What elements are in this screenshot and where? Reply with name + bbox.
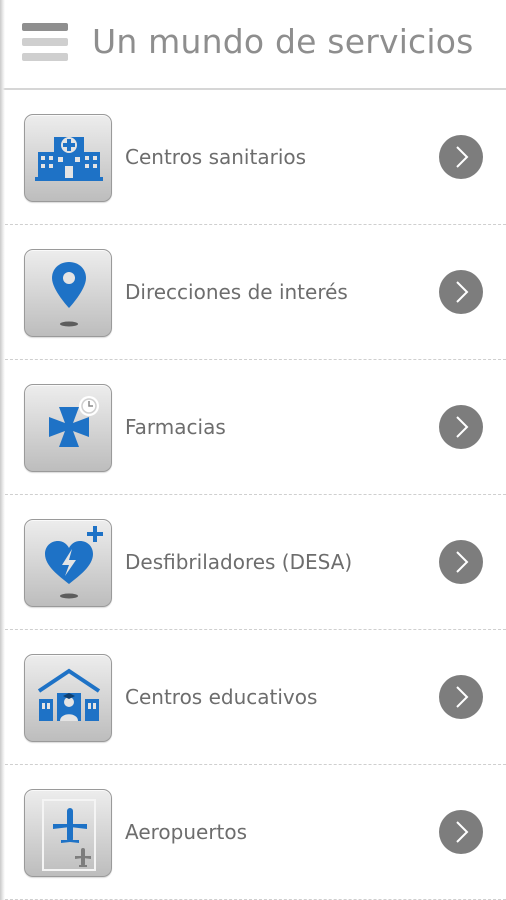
chevron-right-icon[interactable] <box>439 810 483 854</box>
list-item-label: Aeropuertos <box>125 820 248 844</box>
list-item-label: Desfibriladores (DESA) <box>125 550 353 574</box>
services-list: Centros sanitarios Direcciones de interé… <box>0 90 506 900</box>
drawer-edge-shadow <box>0 0 5 900</box>
chevron-right-icon[interactable] <box>439 540 483 584</box>
list-item-label: Farmacias <box>125 415 226 439</box>
school-icon <box>24 654 112 742</box>
pharmacy-cross-icon <box>24 384 112 472</box>
app-screen: Un mundo de servicios Centros sanitarios… <box>0 0 506 900</box>
list-item-aeropuertos[interactable]: Aeropuertos <box>0 765 506 900</box>
list-item-direcciones-de-interes[interactable]: Direcciones de interés <box>0 225 506 360</box>
chevron-right-icon[interactable] <box>439 675 483 719</box>
list-item-label: Direcciones de interés <box>125 280 348 304</box>
chevron-right-icon[interactable] <box>439 405 483 449</box>
list-item-centros-sanitarios[interactable]: Centros sanitarios <box>0 90 506 225</box>
hospital-icon <box>24 114 112 202</box>
list-item-centros-educativos[interactable]: Centros educativos <box>0 630 506 765</box>
list-item-desfibriladores[interactable]: Desfibriladores (DESA) <box>0 495 506 630</box>
app-header: Un mundo de servicios <box>0 0 506 90</box>
list-item-farmacias[interactable]: Farmacias <box>0 360 506 495</box>
airport-icon <box>24 789 112 877</box>
page-title: Un mundo de servicios <box>92 22 474 61</box>
list-item-label: Centros educativos <box>125 685 318 709</box>
defibrillator-heart-icon <box>24 519 112 607</box>
chevron-right-icon[interactable] <box>439 270 483 314</box>
list-item-label: Centros sanitarios <box>125 145 307 169</box>
map-pin-icon <box>24 249 112 337</box>
hamburger-menu-icon[interactable] <box>22 23 68 69</box>
chevron-right-icon[interactable] <box>439 135 483 179</box>
